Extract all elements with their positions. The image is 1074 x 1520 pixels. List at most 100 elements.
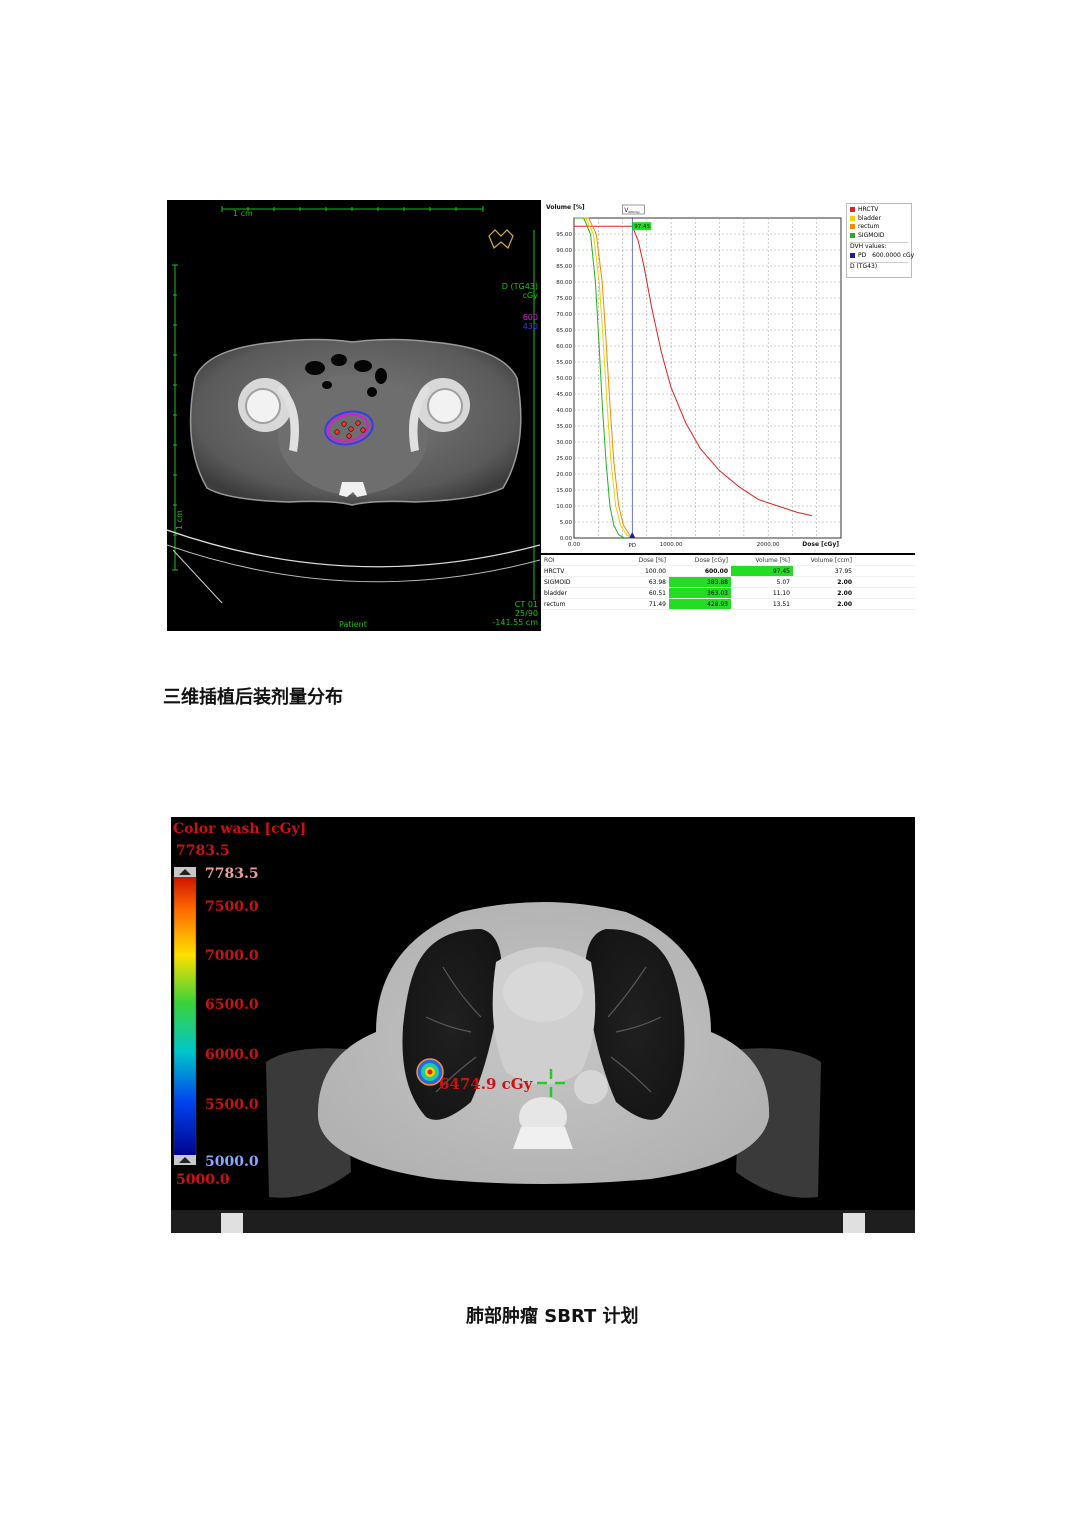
- ct-pelvis-image: [167, 206, 540, 604]
- y-tick-label: 10.00: [556, 504, 572, 510]
- dvh-chart-panel: 0.00 5.00 10.00 15.00 20.00 25.00 30.00 35.00 40…: [541, 200, 915, 553]
- legend-item-pd[interactable]: PD 600.0000 cGy: [850, 251, 914, 261]
- roi-name: HRCTV: [541, 565, 617, 577]
- legend-item-sigmoid[interactable]: SIGMOID: [850, 232, 908, 241]
- figure-brachytherapy: 1 cm 1 cm D (TG43) cGy 600 430 Patient C…: [167, 200, 915, 631]
- ct-pelvis-view[interactable]: 1 cm 1 cm D (TG43) cGy 600 430 Patient C…: [167, 200, 540, 631]
- y-tick-label: 20.00: [556, 472, 572, 478]
- legend-swatch: [850, 207, 855, 212]
- y-tick-label: 25.00: [556, 456, 572, 462]
- vertical-scale-label: 1 cm: [175, 510, 184, 530]
- dose-cgy: 363.03: [669, 587, 731, 599]
- slice-info-line1: CT 01: [514, 600, 538, 609]
- volume-ccm: 37.95: [793, 565, 855, 577]
- scale-label-6500: 6500.0: [205, 997, 259, 1013]
- table-row[interactable]: HRCTV 100.00 600.00 97.45 37.95: [541, 565, 915, 577]
- scale-label-7500: 7500.0: [205, 899, 259, 915]
- dose-percent: 60.51: [617, 587, 669, 599]
- legend-swatch: [850, 232, 855, 238]
- legend-item-bladder[interactable]: bladder: [850, 215, 908, 224]
- roi-name: rectum: [541, 598, 617, 610]
- volume-ccm: 2.00: [793, 587, 855, 599]
- y-tick-label: 45.00: [556, 392, 572, 398]
- x-tick-label: 1000.00: [660, 542, 683, 548]
- scale-label-7783: 7783.5: [205, 866, 259, 882]
- figure2-caption: 肺部肿瘤 SBRT 计划: [466, 1306, 639, 1327]
- volume-percent: 11.10: [731, 587, 793, 599]
- slice-info: CT 01 25/90 -141.55 cm: [492, 600, 538, 627]
- dose-unit-label: D (TG43) cGy: [502, 282, 538, 300]
- dvh-values-table: ROI Dose [%] Dose [cGy] Volume [%] Volum…: [541, 555, 915, 610]
- roi-name: SIGMOID: [541, 576, 617, 588]
- dose-cgy: 600.00: [669, 565, 731, 577]
- y-tick-label: 15.00: [556, 488, 572, 494]
- scale-label-7000: 7000.0: [205, 948, 259, 964]
- legend-footer: D (TG43): [850, 262, 908, 272]
- slice-info-line2: 25/90: [514, 609, 538, 618]
- point-dose-label: 6474.9 cGy: [439, 1075, 533, 1093]
- dvh-values-heading: DVH values:: [850, 242, 908, 252]
- legend-label: PD: [858, 251, 867, 259]
- table-header-row: ROI Dose [%] Dose [cGy] Volume [%] Volum…: [541, 555, 915, 566]
- table-row[interactable]: bladder 60.51 363.03 11.10 2.00: [541, 587, 915, 599]
- ct-chest-image: [171, 867, 915, 1233]
- y-tick-label: 95.00: [556, 232, 572, 238]
- column-header[interactable]: Dose [%]: [617, 555, 669, 566]
- x-axis-label: Dose [cGy]: [802, 541, 839, 548]
- y-tick-label: 85.00: [556, 264, 572, 270]
- legend-swatch: [850, 215, 855, 221]
- column-header[interactable]: ROI: [541, 555, 617, 566]
- v-annotation-subscript: 600cGy: [628, 210, 640, 214]
- table-row[interactable]: SIGMOID 63.98 383.88 5.07 2.00: [541, 576, 915, 588]
- figure1-caption: 三维插植后装剂量分布: [163, 687, 343, 708]
- y-tick-label: 50.00: [556, 376, 572, 382]
- dose-percent: 71.49: [617, 598, 669, 610]
- dose-unit: cGy: [522, 291, 538, 300]
- legend-item-rectum[interactable]: rectum: [850, 223, 908, 232]
- y-tick-label: 40.00: [556, 408, 572, 414]
- y-tick-label: 60.00: [556, 344, 572, 350]
- column-header[interactable]: Volume [%]: [731, 555, 793, 566]
- x-tick-label: 2000.00: [757, 542, 780, 548]
- legend-swatch: [850, 224, 855, 229]
- dose-percent: 63.98: [617, 576, 669, 588]
- color-wash-title: Color wash [cGy]: [173, 821, 307, 837]
- figure-lung-sbrt[interactable]: Color wash [cGy] 7783.5 7783.5 7500.0 70…: [171, 817, 915, 1233]
- dose-algorithm-label: D (TG43): [501, 282, 538, 291]
- patient-label: Patient: [339, 620, 367, 629]
- pd-marker-label: PD: [628, 543, 636, 549]
- table-row[interactable]: rectum 71.49 428.93 13.51 2.00: [541, 598, 915, 610]
- y-tick-label: 65.00: [556, 328, 572, 334]
- legend-label: SIGMOID: [858, 231, 885, 239]
- column-header[interactable]: Dose [cGy]: [669, 555, 731, 566]
- color-wash-min: 5000.0: [176, 1172, 230, 1188]
- roi-name: bladder: [541, 587, 617, 599]
- dvh-table: ROI Dose [%] Dose [cGy] Volume [%] Volum…: [541, 555, 915, 631]
- legend-label: HRCTV: [858, 206, 879, 213]
- volume-ccm: 2.00: [793, 598, 855, 610]
- pd-value: 600.0000 cGy: [872, 251, 915, 259]
- legend-item-hrctv[interactable]: HRCTV: [850, 206, 908, 215]
- empty-cell: [855, 576, 915, 588]
- slice-info-line3: -141.55 cm: [492, 618, 538, 627]
- y-axis-label: Volume [%]: [546, 204, 585, 211]
- empty-cell: [855, 598, 915, 610]
- v-value-label: 97.45: [634, 224, 650, 230]
- volume-percent: 97.45: [731, 565, 793, 577]
- y-tick-label: 80.00: [556, 280, 572, 286]
- scale-label-5500: 5500.0: [205, 1097, 259, 1113]
- dose-cgy: 428.93: [669, 598, 731, 610]
- y-tick-label: 75.00: [556, 296, 572, 302]
- dose-cgy: 383.88: [669, 576, 731, 588]
- column-header-empty: [855, 555, 915, 566]
- column-header[interactable]: Volume [ccm]: [793, 555, 855, 566]
- y-tick-label: 30.00: [556, 440, 572, 446]
- y-tick-label: 90.00: [556, 248, 572, 254]
- empty-cell: [855, 565, 915, 577]
- volume-percent: 5.07: [731, 576, 793, 588]
- scale-label: 1 cm: [233, 209, 253, 218]
- empty-cell: [855, 587, 915, 599]
- isodose-value-430: 430: [522, 322, 538, 331]
- y-tick-label: 35.00: [556, 424, 572, 430]
- scale-label-5000: 5000.0: [205, 1154, 259, 1170]
